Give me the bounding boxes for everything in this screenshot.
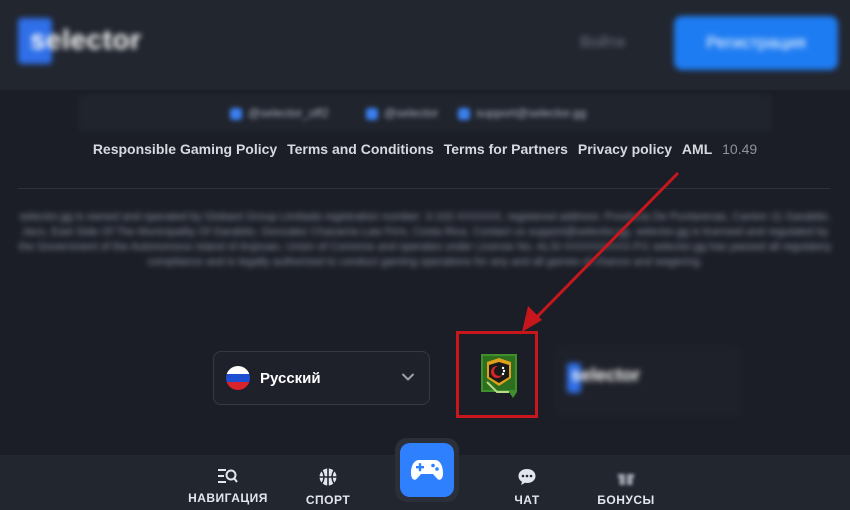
language-label: Русский: [260, 370, 321, 387]
contact-email[interactable]: support@selector.gg: [458, 106, 586, 120]
footer-logo-text: selector: [571, 365, 641, 385]
link-terms[interactable]: Terms and Conditions: [287, 141, 434, 157]
app-version: 10.49: [722, 141, 758, 157]
legal-text: selector.gg is owned and operated by Glo…: [18, 211, 832, 268]
chat-icon: [518, 469, 536, 485]
mail-icon: [458, 107, 470, 120]
license-seal-icon[interactable]: [479, 352, 519, 400]
navigation-search-icon: [218, 469, 238, 483]
license-seal-highlight: [456, 331, 538, 418]
logo-text: selector: [30, 24, 142, 55]
site-logo[interactable]: selector: [18, 18, 148, 64]
nav-navigation-label: НАВИГАЦИЯ: [188, 491, 268, 505]
nav-chat-label: ЧАТ: [514, 493, 540, 507]
divider: [18, 188, 830, 189]
link-aml[interactable]: AML: [682, 141, 712, 157]
nav-sport[interactable]: СПОРТ: [300, 455, 356, 510]
gift-icon: [618, 474, 634, 485]
gamepad-icon: [411, 460, 443, 480]
russia-flag-icon: [226, 366, 250, 390]
nav-sport-label: СПОРТ: [305, 493, 351, 507]
language-select[interactable]: Русский: [213, 351, 430, 405]
contact-telegram-2[interactable]: @selector: [366, 106, 438, 120]
footer-links: Responsible Gaming Policy Terms and Cond…: [0, 141, 850, 157]
link-partners[interactable]: Terms for Partners: [444, 141, 568, 157]
nav-navigation[interactable]: НАВИГАЦИЯ: [186, 455, 270, 510]
link-privacy[interactable]: Privacy policy: [578, 141, 672, 157]
link-responsible-gaming[interactable]: Responsible Gaming Policy: [93, 141, 277, 157]
nav-chat[interactable]: ЧАТ: [508, 455, 546, 510]
nav-bonuses[interactable]: БОНУСЫ: [596, 455, 656, 510]
contact-telegram-1[interactable]: @selector_off2: [230, 106, 329, 120]
basketball-icon: [319, 468, 337, 486]
header: selector Войти Регистрация: [0, 0, 850, 90]
nav-bonuses-label: БОНУСЫ: [597, 493, 655, 507]
chevron-down-icon: [402, 373, 414, 381]
register-button[interactable]: Регистрация: [674, 16, 838, 70]
telegram-icon: [230, 107, 242, 120]
login-button[interactable]: Войти: [580, 34, 625, 52]
footer-logo: selector: [555, 345, 743, 417]
games-button-inner: [400, 443, 454, 497]
telegram-icon: [366, 107, 378, 120]
games-button[interactable]: [395, 438, 459, 502]
contacts-bar: @selector_off2 @selector support@selecto…: [78, 94, 772, 132]
